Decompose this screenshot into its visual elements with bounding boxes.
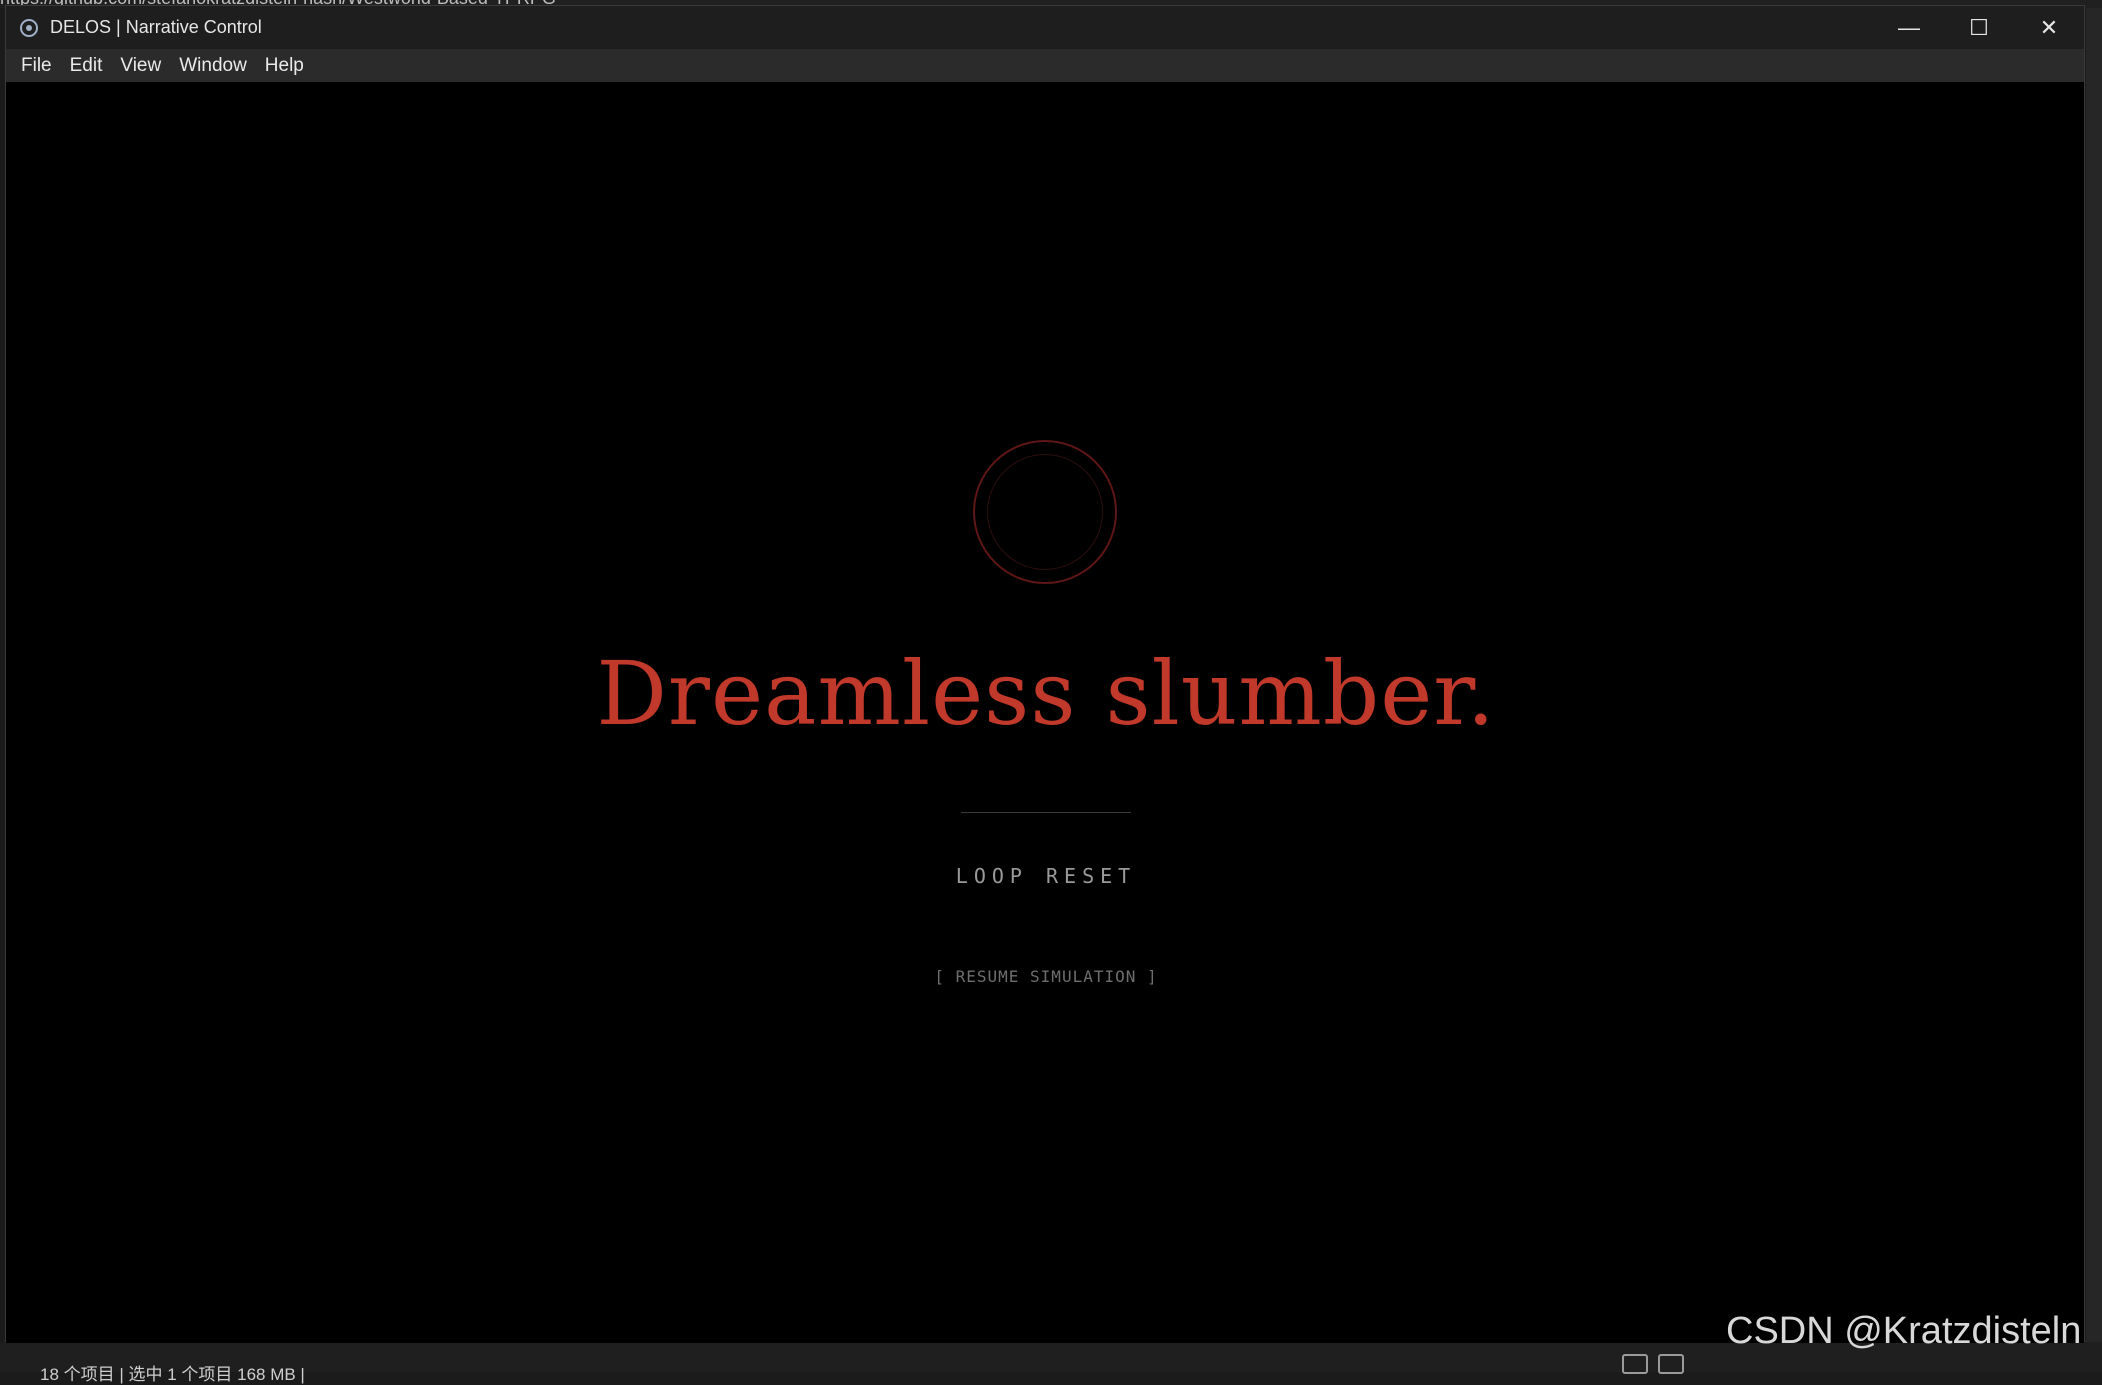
window-title: DELOS | Narrative Control (50, 17, 262, 37)
background-view-icons (1622, 1354, 1684, 1374)
background-status-text: 18 个项目 | 选中 1 个项目 168 MB | (40, 1365, 305, 1384)
maximize-button[interactable]: ☐ (1944, 6, 2014, 49)
app-logo-icon (20, 18, 38, 37)
status-ring-icon (973, 440, 1117, 584)
app-window: DELOS | Narrative Control — ☐ ✕ File Edi… (5, 5, 2085, 1343)
tiles-view-icon[interactable] (1658, 1354, 1684, 1374)
background-edge (2086, 8, 2102, 1342)
window-controls: — ☐ ✕ (1874, 6, 2084, 49)
minimize-button[interactable]: — (1874, 6, 1944, 49)
menu-help[interactable]: Help (256, 55, 313, 77)
menu-file[interactable]: File (12, 55, 61, 77)
resume-simulation-button[interactable]: [ RESUME SIMULATION ] (6, 967, 2086, 986)
title-bar[interactable]: DELOS | Narrative Control — ☐ ✕ (6, 6, 2084, 49)
status-ring-inner (987, 454, 1103, 570)
loop-reset-label: LOOP RESET (955, 864, 1137, 888)
main-content: Dreamless slumber. LOOP RESET [ RESUME S… (6, 82, 2084, 1343)
divider (961, 812, 1131, 813)
menu-window[interactable]: Window (170, 55, 256, 77)
menu-bar: File Edit View Window Help (6, 49, 2084, 82)
close-button[interactable]: ✕ (2014, 6, 2084, 49)
menu-view[interactable]: View (111, 55, 170, 77)
menu-edit[interactable]: Edit (61, 55, 112, 77)
headline: Dreamless slumber. (596, 642, 1496, 745)
details-view-icon[interactable] (1622, 1354, 1648, 1374)
watermark: CSDN @Kratzdisteln (1726, 1310, 2082, 1352)
